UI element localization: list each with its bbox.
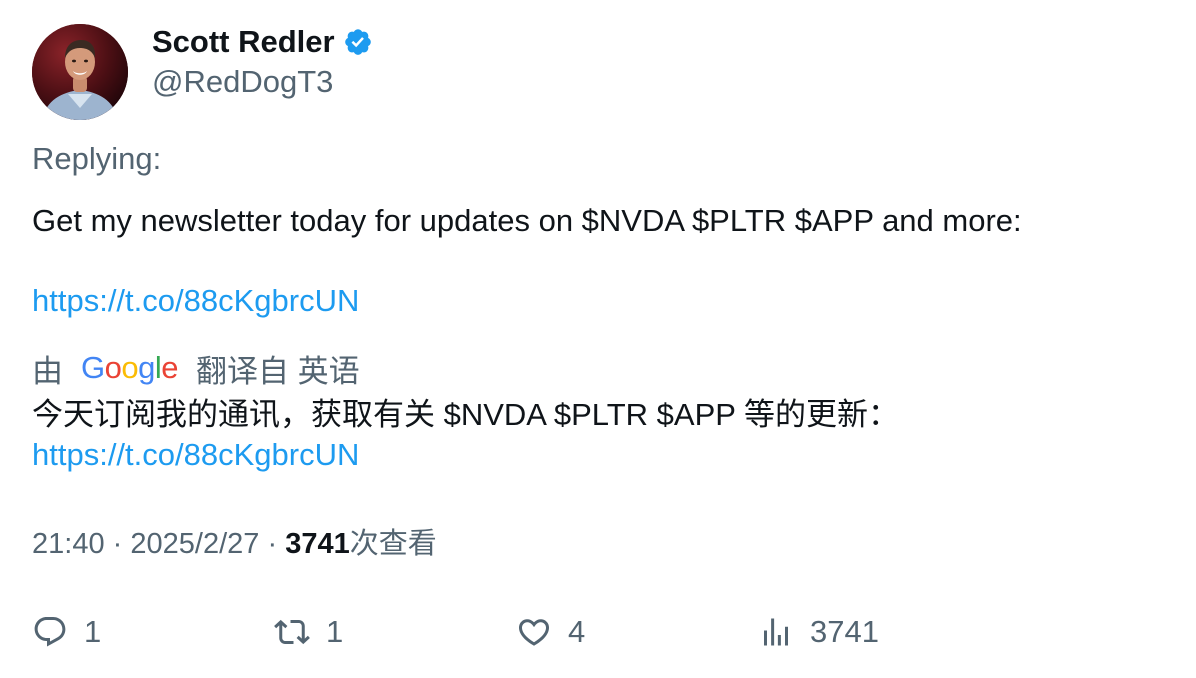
bar-chart-icon [764,618,788,646]
meta-separator: · [267,528,278,560]
translated-link[interactable]: https://t.co/88cKgbrcUN [32,437,359,473]
reply-count: 1 [84,614,102,649]
google-logo[interactable]: Google [81,350,179,386]
translation-prefix: 由 [32,353,63,389]
tweet-date[interactable]: 2025/2/27 [130,528,259,560]
tweet-card: Scott Redler @RedDogT3 Replying: Get my … [0,0,1196,678]
tweet-time[interactable]: 21:40 [32,528,105,560]
replying-label: Replying: [32,141,162,176]
verified-badge-icon[interactable] [343,27,373,57]
meta-separator: · [112,528,123,560]
author-names: Scott Redler @RedDogT3 [152,24,373,100]
author-display-name[interactable]: Scott Redler [152,24,335,60]
reply-icon [34,617,66,647]
tweet-link[interactable]: https://t.co/88cKgbrcUN [32,283,359,319]
tweet-meta: 21:40 · 2025/2/27 · 3741次查看 [32,526,437,562]
views-button[interactable]: 3741 [758,610,879,654]
translation-source-label[interactable]: 翻译自 英语 [196,346,360,391]
reply-button[interactable]: 1 [32,610,101,654]
retweet-count: 1 [326,614,344,649]
heart-icon [518,619,550,646]
views-action-count: 3741 [810,614,879,649]
translation-attribution: 由 Google 翻译自 英语 [32,346,360,391]
retweet-button[interactable]: 1 [274,610,343,654]
author-handle[interactable]: @RedDogT3 [152,64,373,100]
translated-text: 今天订阅我的通讯，获取有关 $NVDA $PLTR $APP 等的更新： [32,397,899,432]
views-count: 3741 [285,528,350,560]
tweet-text: Get my newsletter today for updates on $… [32,203,1022,238]
display-name-row: Scott Redler [152,24,373,60]
like-count: 4 [568,614,586,649]
avatar-image [32,24,128,120]
like-button[interactable]: 4 [516,610,585,654]
views-label: 次查看 [349,528,437,560]
avatar[interactable] [32,24,128,120]
tweet-header: Scott Redler @RedDogT3 [32,24,373,120]
retweet-icon [274,619,310,645]
